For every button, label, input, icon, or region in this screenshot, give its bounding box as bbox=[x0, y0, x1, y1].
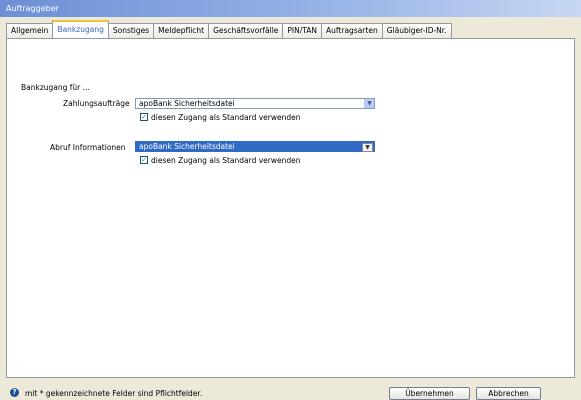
tab-auftragsarten[interactable]: Auftragsarten bbox=[321, 23, 383, 38]
apply-button[interactable]: Übernehmen bbox=[389, 387, 470, 400]
checkmark-icon: ✓ bbox=[141, 155, 147, 164]
zahlungsauftraege-select-value: apoBank Sicherheitsdatei bbox=[139, 99, 235, 108]
cancel-button[interactable]: Abbrechen bbox=[476, 387, 541, 400]
status-bar: ? mit * gekennzeichnete Felder sind Pfli… bbox=[0, 382, 581, 400]
tab-meldepflicht[interactable]: Meldepflicht bbox=[153, 23, 210, 38]
abruf-informationen-select[interactable]: apoBank Sicherheitsdatei ▼ bbox=[135, 141, 375, 152]
zahlungsauftraege-select[interactable]: apoBank Sicherheitsdatei ▼ bbox=[135, 98, 375, 109]
chevron-down-icon[interactable]: ▼ bbox=[362, 143, 373, 152]
required-fields-hint: mit * gekennzeichnete Felder sind Pflich… bbox=[25, 389, 203, 398]
tab-allgemein[interactable]: Allgemein bbox=[6, 23, 54, 38]
tab-bankzugang[interactable]: Bankzugang bbox=[52, 20, 109, 38]
zahlungsauftraege-standard-checkbox[interactable]: ✓ bbox=[140, 113, 148, 121]
tab-strip: Allgemein Bankzugang Sonstiges Meldepfli… bbox=[6, 20, 452, 38]
abruf-informationen-label: Abruf Informationen bbox=[50, 143, 126, 152]
abruf-informationen-standard-checkbox[interactable]: ✓ bbox=[140, 156, 148, 164]
zahlungsauftraege-label: Zahlungsaufträge bbox=[63, 99, 130, 108]
section-heading: Bankzugang für ... bbox=[21, 83, 90, 92]
window-title: Auftraggeber bbox=[0, 0, 581, 17]
checkmark-icon: ✓ bbox=[141, 112, 147, 121]
help-icon: ? bbox=[10, 388, 19, 397]
zahlungsauftraege-standard-label: diesen Zugang als Standard verwenden bbox=[151, 113, 301, 122]
tab-pin-tan[interactable]: PIN/TAN bbox=[282, 23, 323, 38]
chevron-down-icon[interactable]: ▼ bbox=[364, 99, 374, 108]
tab-geschaeftsvorfaelle[interactable]: Geschäftsvorfälle bbox=[208, 23, 284, 38]
abruf-informationen-standard-label: diesen Zugang als Standard verwenden bbox=[151, 156, 301, 165]
abruf-informationen-select-value: apoBank Sicherheitsdatei bbox=[139, 142, 235, 151]
tab-sonstiges[interactable]: Sonstiges bbox=[107, 23, 155, 38]
tab-glaeubiger-id[interactable]: Gläubiger-ID-Nr. bbox=[381, 23, 452, 38]
tab-panel-bankzugang: Bankzugang für ... Zahlungsaufträge apoB… bbox=[6, 38, 575, 378]
